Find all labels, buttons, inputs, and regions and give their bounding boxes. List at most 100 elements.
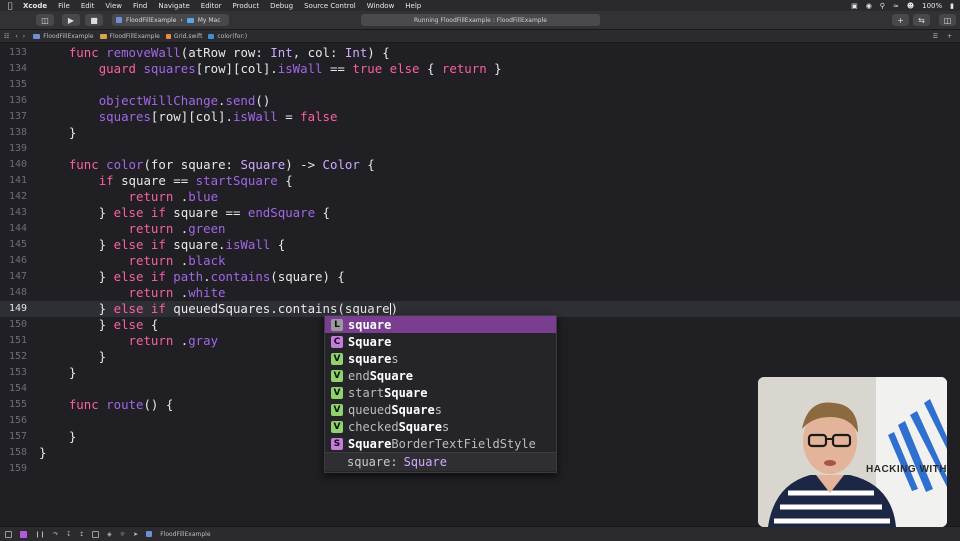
line-number: 139 — [8, 143, 27, 154]
related-items-icon[interactable]: ☷ — [4, 33, 9, 40]
variable-icon: V — [331, 352, 343, 365]
menu-window[interactable]: Window — [367, 2, 395, 10]
completion-item[interactable]: V checked Square s — [325, 418, 556, 435]
completion-item[interactable]: C Square — [325, 333, 556, 350]
menu-source-control[interactable]: Source Control — [304, 2, 356, 10]
completion-item[interactable]: V end Square — [325, 367, 556, 384]
code-text: } — [39, 429, 77, 444]
view-hierarchy-icon[interactable] — [92, 530, 100, 538]
code-text: func removeWall(atRow row: Int, col: Int… — [68, 45, 390, 60]
code-line: 138 } — [0, 125, 960, 141]
menu-product[interactable]: Product — [233, 2, 260, 10]
breakpoints-icon[interactable] — [20, 530, 27, 538]
code-line: 140 func color(for square: Square) -> Co… — [0, 157, 960, 173]
code-line: 143 } else if square == endSquare { — [0, 205, 960, 221]
location-icon[interactable]: ➤ — [133, 531, 138, 538]
line-number: 135 — [8, 79, 27, 90]
code-text: } — [39, 365, 77, 380]
code-text: func color(for square: Square) -> Color … — [68, 157, 375, 172]
line-number: 142 — [8, 191, 27, 202]
display-icon[interactable]: ▣ — [851, 2, 858, 10]
code-line: 148 return .white — [0, 285, 960, 301]
target-icon[interactable] — [146, 531, 153, 537]
menu-help[interactable]: Help — [405, 2, 421, 10]
menu-edit[interactable]: Edit — [81, 2, 95, 10]
method-icon — [208, 33, 215, 39]
breadcrumb-folder[interactable]: FloodFillExample — [99, 33, 160, 40]
step-out-icon[interactable]: ↥ — [79, 531, 84, 538]
plus-icon: + — [897, 15, 904, 25]
line-number: 148 — [8, 287, 27, 298]
step-in-icon[interactable]: ↧ — [66, 531, 71, 538]
line-number: 138 — [8, 127, 27, 138]
code-text: objectWillChange.send() — [98, 93, 271, 108]
code-line: 147 } else if path.contains(square) { — [0, 269, 960, 285]
run-button[interactable]: ▶ — [62, 14, 80, 26]
code-text: return .white — [128, 285, 226, 300]
scheme-selector[interactable]: FloodFillExample › My Mac — [112, 14, 229, 26]
line-number: 150 — [8, 319, 27, 330]
play-icon: ▶ — [67, 15, 75, 25]
chevron-right-icon: › — [180, 16, 183, 24]
folder-icon — [99, 33, 107, 39]
webcam-overlay: HACKING WITH S — [758, 377, 947, 527]
inspector-toggle-button[interactable]: ◫ — [939, 14, 956, 26]
navigator-toggle-button[interactable]: ◫ — [36, 14, 54, 26]
scheme-device: My Mac — [197, 16, 221, 24]
variable-icon: V — [331, 420, 343, 433]
completion-item[interactable]: V start Square — [325, 384, 556, 401]
split-editor-icon[interactable]: + — [947, 33, 952, 40]
completion-item[interactable]: V square s — [325, 350, 556, 367]
menu-navigate[interactable]: Navigate — [158, 2, 189, 10]
code-text: } — [39, 349, 107, 364]
screen-record-icon[interactable]: ◉ — [866, 2, 872, 10]
environment-icon[interactable]: ☼ — [120, 531, 125, 538]
line-number: 144 — [8, 223, 27, 234]
inspector-icon: ◫ — [943, 15, 952, 25]
menu-file[interactable]: File — [58, 2, 70, 10]
library-button[interactable]: + — [892, 14, 909, 26]
completion-item[interactable]: S Square BorderTextFieldStyle — [325, 435, 556, 452]
breadcrumb-project[interactable]: FloodFillExample — [33, 33, 94, 40]
battery-icon[interactable]: ▮ — [950, 2, 954, 10]
code-text: return .blue — [128, 189, 219, 204]
search-icon[interactable]: ⚲ — [880, 2, 885, 10]
back-icon[interactable]: ‹ — [15, 33, 17, 40]
menu-debug[interactable]: Debug — [270, 2, 293, 10]
stop-button[interactable]: ■ — [85, 14, 103, 26]
completion-item[interactable]: L square — [325, 316, 556, 333]
autocomplete-popup[interactable]: L square C Square V square s V end Square … — [324, 315, 557, 473]
forward-icon[interactable]: › — [23, 33, 25, 40]
code-review-button[interactable]: ⇆ — [913, 14, 930, 26]
pause-icon[interactable]: ❙❙ — [35, 531, 45, 538]
user-icon[interactable]: ☻ — [907, 2, 914, 10]
code-line: 135 — [0, 77, 960, 93]
menu-app[interactable]: Xcode — [23, 2, 47, 10]
memory-graph-icon[interactable]: ◈ — [107, 531, 112, 538]
toolbar: ◫ ▶ ■ FloodFillExample › My Mac Running … — [0, 11, 960, 30]
menu-find[interactable]: Find — [133, 2, 147, 10]
line-number: 141 — [8, 175, 27, 186]
code-line: 141 if square == startSquare { — [0, 173, 960, 189]
breadcrumb-file[interactable]: Grid.swift — [165, 33, 202, 40]
activity-status: Running FloodFillExample : FloodFillExam… — [361, 14, 600, 26]
code-text: } — [39, 445, 47, 460]
editor-options-icon[interactable]: ☰ — [933, 33, 938, 40]
code-line: 144 return .green — [0, 221, 960, 237]
wifi-icon[interactable]: ≈ — [893, 2, 899, 10]
apple-icon[interactable]:  — [5, 1, 15, 11]
breadcrumb-symbol[interactable]: color(for:) — [208, 33, 247, 40]
code-line: 134 guard squares[row][col].isWall == tr… — [0, 61, 960, 77]
menu-editor[interactable]: Editor — [201, 2, 222, 10]
swift-file-icon — [165, 33, 171, 39]
hide-debug-area-icon[interactable] — [5, 530, 12, 538]
code-text: guard squares[row][col].isWall == true e… — [98, 61, 502, 76]
code-line: 145 } else if square.isWall { — [0, 237, 960, 253]
presenter-video — [758, 377, 947, 527]
menu-view[interactable]: View — [105, 2, 122, 10]
completion-item[interactable]: V queued Square s — [325, 401, 556, 418]
step-over-icon[interactable]: ↷ — [53, 531, 58, 538]
battery-percent: 100% — [922, 1, 943, 10]
code-text: return .gray — [128, 333, 219, 348]
variable-icon: V — [331, 403, 343, 416]
